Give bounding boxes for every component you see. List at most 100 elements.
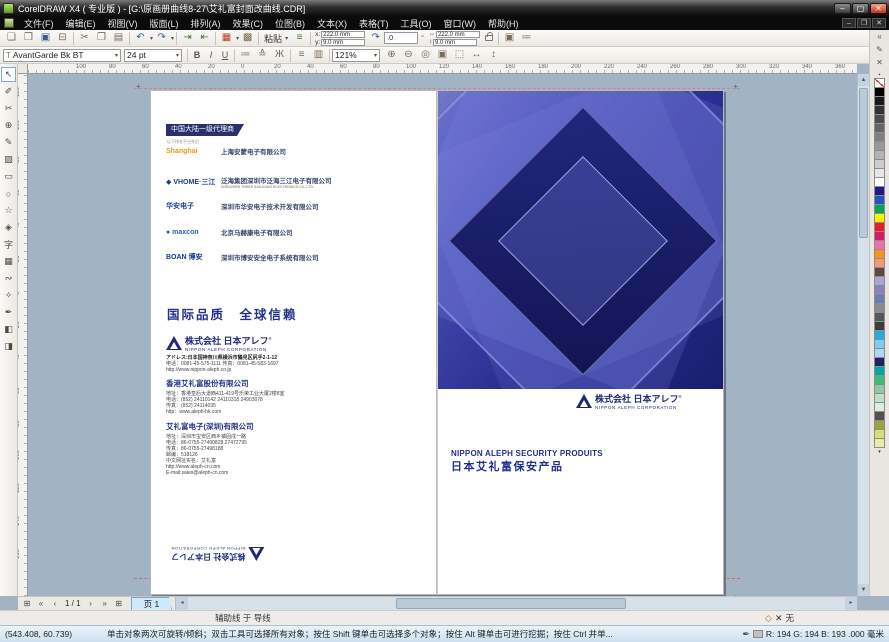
- menu-item[interactable]: 位图(B): [269, 16, 311, 31]
- new-document-icon[interactable]: ❏: [3, 31, 20, 46]
- next-page-icon[interactable]: ›: [85, 599, 97, 608]
- toolbar-options-icon[interactable]: ≔: [518, 31, 535, 46]
- zoom-page-width-icon[interactable]: ↔: [468, 48, 485, 63]
- fill-tool[interactable]: ◧: [1, 322, 16, 337]
- doc-minimize-button[interactable]: –: [842, 18, 856, 28]
- first-page-icon[interactable]: «: [35, 599, 47, 608]
- open-icon[interactable]: ❒: [20, 31, 37, 46]
- options-icon[interactable]: ≡: [291, 31, 308, 46]
- last-page-icon[interactable]: »: [99, 599, 111, 608]
- zoom-selected-icon[interactable]: ▣: [434, 48, 451, 63]
- shape-tool[interactable]: ✐: [1, 84, 16, 99]
- menu-item[interactable]: 表格(T): [353, 16, 395, 31]
- zoom-all-objects-icon[interactable]: ⬚: [451, 48, 468, 63]
- menu-item[interactable]: 工具(O): [395, 16, 438, 31]
- horizontal-scroll-thumb[interactable]: [396, 598, 626, 609]
- doc-restore-button[interactable]: ❐: [857, 18, 871, 28]
- ellipse-tool[interactable]: ○: [1, 186, 16, 201]
- page-tab[interactable]: 页 1: [131, 597, 173, 611]
- horizontal-ruler[interactable]: 1008060402002040608010012014016018020022…: [28, 64, 857, 74]
- color-swatch[interactable]: [874, 438, 885, 448]
- scroll-down-icon[interactable]: ▼: [858, 584, 869, 596]
- top-guideline[interactable]: [134, 88, 740, 89]
- docker-collapse-icon[interactable]: «: [873, 30, 887, 43]
- font-select[interactable]: T AvantGarde Bk BT ▾: [3, 49, 121, 62]
- bold-button[interactable]: B: [190, 50, 204, 60]
- crop-tool[interactable]: ✂: [1, 101, 16, 116]
- zoom-actual-icon[interactable]: ◎: [417, 48, 434, 63]
- doc-close-button[interactable]: ✕: [872, 18, 886, 28]
- vertical-scrollbar[interactable]: ▲ ▼: [857, 74, 869, 596]
- cut-icon[interactable]: ✂: [76, 31, 93, 46]
- underline-button[interactable]: U: [218, 50, 232, 60]
- application-launcher-icon[interactable]: ▦: [218, 31, 235, 46]
- interactive-blend-tool[interactable]: ∾: [1, 271, 16, 286]
- zoom-tool[interactable]: ⊕: [1, 118, 16, 133]
- basic-shapes-tool[interactable]: ◈: [1, 220, 16, 235]
- italic-button[interactable]: I: [204, 50, 218, 60]
- zoom-in-icon[interactable]: ⊕: [383, 48, 400, 63]
- rectangle-tool[interactable]: ▭: [1, 169, 16, 184]
- menu-item[interactable]: 编辑(E): [60, 16, 102, 31]
- save-icon[interactable]: ▣: [37, 31, 54, 46]
- copy-icon[interactable]: ❐: [93, 31, 110, 46]
- vertical-scroll-thumb[interactable]: [859, 88, 868, 238]
- object-width-field[interactable]: 222.0 mm: [436, 31, 480, 38]
- right-guideline[interactable]: [725, 80, 726, 596]
- text-tool[interactable]: 字: [1, 237, 16, 252]
- print-icon[interactable]: ⊟: [54, 31, 71, 46]
- x-position-field[interactable]: 222.0 mm: [321, 31, 365, 38]
- add-page-icon[interactable]: ⊞: [21, 599, 33, 608]
- front-cover-page[interactable]: 株式会社 日本アレフ® NIPPON ALEPH CORPORATION NIP…: [437, 90, 724, 595]
- maximize-button[interactable]: ▢: [852, 3, 869, 14]
- minimize-button[interactable]: –: [834, 3, 851, 14]
- export-icon[interactable]: ⇤: [196, 31, 213, 46]
- rotation-angle-field[interactable]: .0: [384, 32, 418, 44]
- zoom-out-icon[interactable]: ⊖: [400, 48, 417, 63]
- undo-icon[interactable]: ↶: [132, 31, 149, 46]
- y-position-field[interactable]: 9.0 mm: [321, 39, 365, 46]
- polygon-tool[interactable]: ☆: [1, 203, 16, 218]
- columns-icon[interactable]: ▥: [310, 48, 327, 63]
- menu-item[interactable]: 文本(X): [311, 16, 353, 31]
- import-icon[interactable]: ⇥: [179, 31, 196, 46]
- object-height-field[interactable]: 9.0 mm: [433, 39, 477, 46]
- paste-icon[interactable]: ▤: [110, 31, 127, 46]
- menu-item[interactable]: 视图(V): [102, 16, 144, 31]
- redo-icon[interactable]: ↷: [153, 31, 170, 46]
- lock-ratio-icon[interactable]: [485, 35, 493, 41]
- redo-dropdown-icon[interactable]: ▾: [171, 35, 174, 42]
- outline-pen-tool[interactable]: ✒: [1, 305, 16, 320]
- smart-fill-tool[interactable]: ▨: [1, 152, 16, 167]
- menu-item[interactable]: 排列(A): [185, 16, 227, 31]
- font-size-select[interactable]: 24 pt ▾: [124, 49, 182, 62]
- add-page-icon[interactable]: ⊞: [113, 599, 125, 608]
- menu-item[interactable]: 帮助(H): [482, 16, 525, 31]
- back-cover-page[interactable]: 中国大陆一级代理商 以下排名不分先后 Shanghai上海安蒙电子有限公司◆ V…: [150, 90, 437, 595]
- freehand-tool[interactable]: ✎: [1, 135, 16, 150]
- menu-item[interactable]: 窗口(W): [438, 16, 483, 31]
- docker-curve-icon[interactable]: ✎: [873, 43, 887, 56]
- palette-scroll-down-icon[interactable]: ▾: [874, 448, 885, 456]
- close-button[interactable]: ✕: [870, 3, 887, 14]
- vertical-ruler[interactable]: 12010080604020020406080100120140160: [18, 74, 28, 596]
- zoom-level-select[interactable]: 121% ▾: [332, 49, 380, 62]
- docker-close-icon[interactable]: ✕: [873, 56, 887, 69]
- scroll-up-icon[interactable]: ▲: [858, 74, 869, 86]
- interactive-fill-tool[interactable]: ◨: [1, 339, 16, 354]
- object-properties-icon[interactable]: ▣: [501, 31, 518, 46]
- left-guideline[interactable]: [148, 80, 149, 596]
- scroll-left-icon[interactable]: ◂: [176, 597, 188, 610]
- paste-special-button[interactable]: 粘贴 ▾: [261, 32, 291, 45]
- scroll-right-icon[interactable]: ▸: [845, 597, 857, 610]
- character-formatting-icon[interactable]: Ж: [271, 48, 288, 63]
- zoom-page-height-icon[interactable]: ↕: [485, 48, 502, 63]
- text-alignment-icon[interactable]: ≡: [293, 48, 310, 63]
- drawing-canvas[interactable]: + + + + 中国大陆一级代理商 以下排名不分先后 Shanghai上海安蒙电…: [28, 74, 857, 596]
- pick-tool[interactable]: ↖: [1, 67, 16, 82]
- bullet-list-icon[interactable]: ≔: [237, 48, 254, 63]
- eyedropper-tool[interactable]: ✧: [1, 288, 16, 303]
- welcome-screen-icon[interactable]: ▩: [239, 31, 256, 46]
- table-tool[interactable]: ▦: [1, 254, 16, 269]
- horizontal-scrollbar[interactable]: ◂ ▸: [175, 597, 857, 610]
